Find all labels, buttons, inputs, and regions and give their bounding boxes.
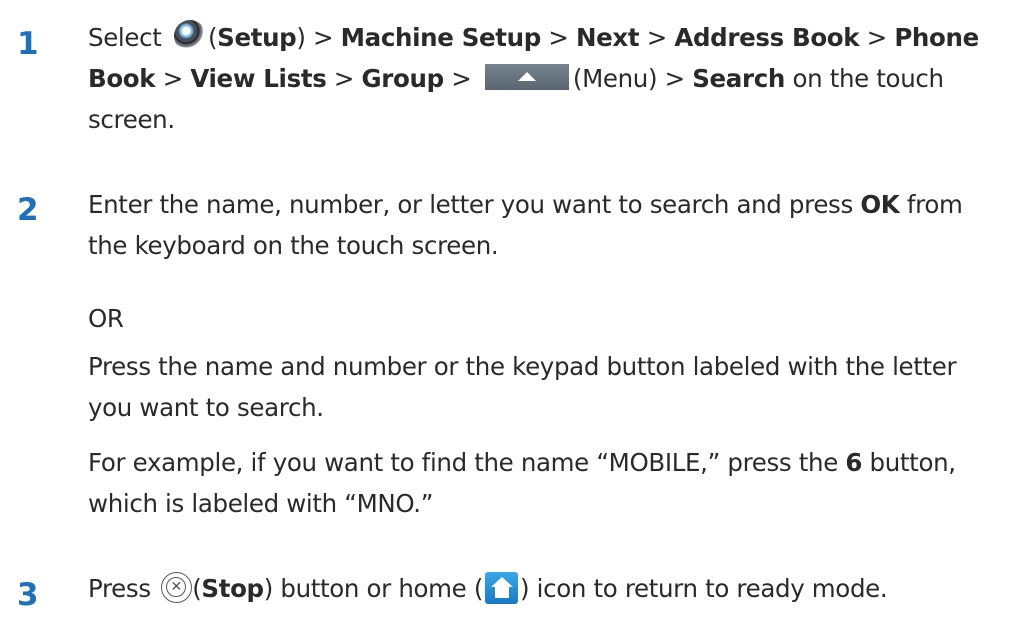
instruction-page: 1 Select (Setup) > Machine Setup > Next … (0, 0, 1035, 621)
step-2-number: 2 (17, 192, 39, 228)
step-2-or: OR (88, 304, 124, 333)
home-icon (485, 572, 519, 604)
step-2-text: Enter the name, number, or letter you wa… (88, 190, 963, 260)
menu-up-arrow-icon (484, 64, 569, 90)
step-3-text: Press ✕ (Stop) button or home () icon to … (88, 572, 888, 604)
step-1-number: 1 (17, 26, 39, 62)
gear-icon (173, 20, 206, 52)
step-1-text: Select (Setup) > Machine Setup > Next > … (88, 17, 1033, 140)
step-3-number: 3 (17, 577, 39, 613)
step-2-example: For example, if you want to find the nam… (88, 448, 956, 518)
step-2-alternative: Press the name and number or the keypad … (88, 352, 957, 422)
stop-icon: ✕ (161, 572, 193, 603)
